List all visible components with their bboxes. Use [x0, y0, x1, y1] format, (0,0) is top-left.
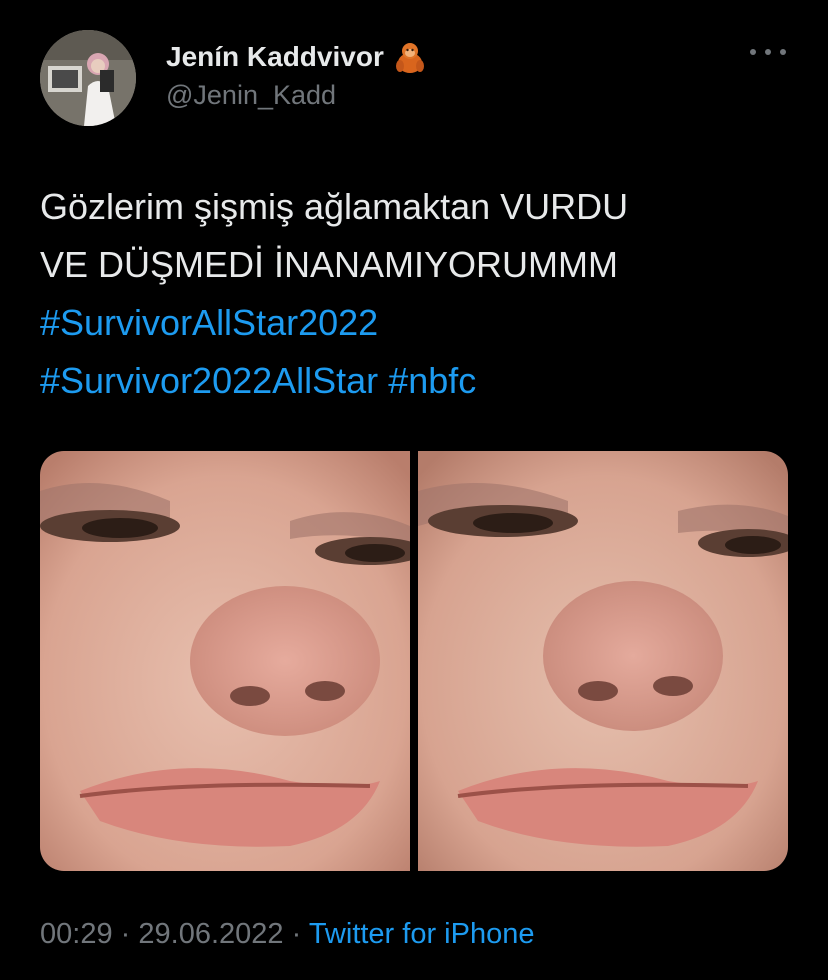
more-horizontal-icon [765, 49, 771, 55]
user-handle[interactable]: @Jenin_Kadd [166, 80, 428, 111]
tweet-text: Gözlerim şişmiş ağlamaktan VURDU VE DÜŞM… [40, 178, 788, 410]
meta-separator: · [120, 918, 131, 950]
more-horizontal-icon [750, 49, 756, 55]
tweet-text-line: VE DÜŞMEDİ İNANAMIYORUMMM [40, 244, 619, 285]
tweet-text-line: Gözlerim şişmiş ağlamaktan VURDU [40, 186, 629, 227]
hashtag-link[interactable]: #Survivor2022AllStar [40, 360, 378, 401]
orangutan-emoji-icon [392, 39, 428, 75]
tweet-source-link[interactable]: Twitter for iPhone [309, 918, 535, 950]
hashtag-line: #Survivor2022AllStar #nbfc [40, 352, 788, 410]
hashtag-link[interactable]: #nbfc [388, 360, 476, 401]
profile-photo-icon [40, 30, 136, 126]
media-photo-left[interactable] [40, 451, 410, 871]
more-horizontal-icon [780, 49, 786, 55]
more-options-button[interactable] [750, 40, 786, 64]
avatar[interactable] [40, 30, 136, 126]
display-name-row: Jenín Kaddvivor [166, 40, 428, 74]
hashtag-link[interactable]: #SurvivorAllStar2022 [40, 302, 378, 343]
tweet-media [40, 451, 788, 871]
tweet-date[interactable]: 29.06.2022 [138, 918, 283, 950]
media-photo-right[interactable] [418, 451, 788, 871]
face-photo-icon [418, 451, 788, 871]
meta-separator: · [291, 918, 302, 950]
author-identity: Jenín Kaddvivor @Jenin_Kadd [166, 40, 428, 111]
tweet-meta: 00:29 · 29.06.2022 · Twitter for iPhone [40, 918, 534, 951]
tweet-header: Jenín Kaddvivor @Jenin_Kadd [40, 30, 788, 130]
display-name[interactable]: Jenín Kaddvivor [166, 41, 384, 73]
hashtag-line: #SurvivorAllStar2022 [40, 294, 788, 352]
tweet-time[interactable]: 00:29 [40, 918, 113, 950]
face-photo-icon [40, 451, 410, 871]
